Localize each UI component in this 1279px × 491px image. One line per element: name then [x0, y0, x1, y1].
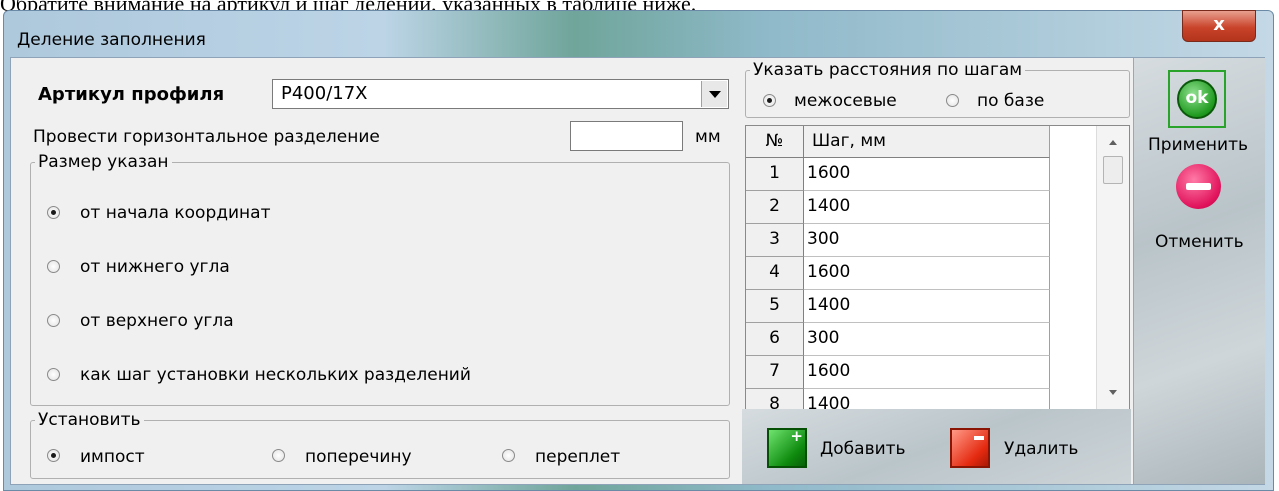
radio-center-to-center[interactable] — [763, 94, 776, 107]
add-row-icon[interactable] — [767, 427, 807, 468]
table-scrollbar[interactable] — [1096, 126, 1129, 409]
radio-crossbar[interactable] — [272, 449, 285, 462]
close-icon: x — [1213, 14, 1225, 35]
radio-impost[interactable] — [47, 449, 60, 462]
table-cell-step[interactable]: 1400 — [804, 290, 1050, 323]
table-row-number[interactable]: 5 — [746, 290, 804, 323]
scroll-thumb[interactable] — [1103, 156, 1123, 184]
radio-center-to-center-label[interactable]: межосевые — [794, 91, 897, 111]
table-row-number[interactable]: 4 — [746, 257, 804, 290]
table-header-step: Шаг, мм — [804, 126, 1050, 158]
radio-multiple-step-label[interactable]: как шаг установки нескольких разделений — [80, 365, 471, 385]
table-header-number: № — [746, 126, 804, 158]
radio-from-origin-label[interactable]: от начала координат — [80, 203, 271, 223]
table-cell-step[interactable]: 1600 — [804, 158, 1050, 191]
radio-crossbar-label[interactable]: поперечину — [305, 447, 412, 467]
table-row-number[interactable]: 3 — [746, 224, 804, 257]
ok-icon[interactable]: ok — [1177, 79, 1217, 119]
table-cell-step[interactable]: 1400 — [804, 191, 1050, 224]
table-row-number[interactable]: 1 — [746, 158, 804, 191]
radio-from-bottom-label[interactable]: от нижнего угла — [80, 257, 230, 277]
table-row-number[interactable]: 2 — [746, 191, 804, 224]
table-cell-step[interactable]: 300 — [804, 323, 1050, 356]
table-row-number[interactable]: 6 — [746, 323, 804, 356]
radio-impost-label[interactable]: импост — [80, 447, 145, 467]
radio-from-top[interactable] — [47, 314, 60, 327]
radio-multiple-step[interactable] — [47, 368, 60, 381]
radio-by-base[interactable] — [946, 94, 959, 107]
radio-from-origin[interactable] — [47, 206, 60, 219]
cancel-label[interactable]: Отменить — [1155, 232, 1244, 252]
table-cell-step[interactable]: 1400 — [804, 389, 1050, 409]
chevron-down-icon[interactable] — [701, 81, 727, 107]
radio-sash-label[interactable]: переплет — [535, 447, 620, 467]
horizontal-split-input[interactable] — [570, 121, 683, 151]
unit-label: мм — [695, 127, 721, 147]
table-row-number[interactable]: 8 — [746, 389, 804, 409]
profile-select[interactable]: P400/17X — [272, 79, 729, 109]
add-row-button[interactable]: Добавить — [820, 439, 906, 459]
apply-label[interactable]: Применить — [1148, 135, 1248, 155]
scroll-down-icon[interactable] — [1109, 390, 1117, 395]
window-title: Деление заполнения — [17, 30, 206, 50]
table-cell-step[interactable]: 300 — [804, 224, 1050, 257]
radio-sash[interactable] — [502, 449, 515, 462]
size-group-legend: Размер указан — [38, 152, 169, 172]
delete-row-button[interactable]: Удалить — [1004, 439, 1078, 459]
close-button[interactable]: x — [1182, 10, 1256, 42]
install-group: Установить — [30, 410, 730, 479]
radio-by-base-label[interactable]: по базе — [977, 91, 1044, 111]
table-row-number[interactable]: 7 — [746, 356, 804, 389]
radio-from-bottom[interactable] — [47, 260, 60, 273]
scroll-up-icon[interactable] — [1109, 140, 1117, 145]
radio-from-top-label[interactable]: от верхнего угла — [80, 311, 234, 331]
profile-label: Артикул профиля — [38, 84, 225, 105]
steps-table: № Шаг, мм 1 1600 2 1400 3 300 4 1600 5 1… — [745, 125, 1130, 410]
horizontal-split-label: Провести горизонтальное разделение — [33, 127, 380, 147]
install-group-legend: Установить — [38, 410, 141, 430]
profile-select-value: P400/17X — [281, 83, 368, 104]
table-cell-step[interactable]: 1600 — [804, 257, 1050, 290]
table-cell-step[interactable]: 1600 — [804, 356, 1050, 389]
delete-row-icon[interactable] — [950, 428, 990, 468]
steps-group-legend: Указать расстояния по шагам — [753, 60, 1023, 80]
cancel-icon[interactable] — [1176, 164, 1221, 209]
